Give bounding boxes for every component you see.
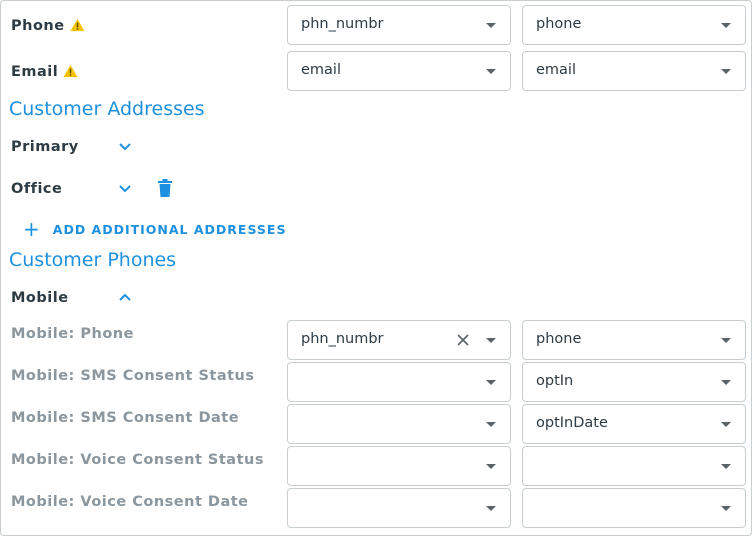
warning-icon — [70, 18, 85, 32]
chevron-up-icon[interactable] — [118, 292, 132, 302]
trash-icon[interactable] — [158, 179, 172, 197]
phone-label: Phone — [11, 18, 85, 34]
mobile-phone-source-value: phn_numbr — [301, 331, 384, 347]
caret-down-icon[interactable] — [486, 380, 496, 385]
add-additional-addresses-label: ADD ADDITIONAL ADDRESSES — [52, 221, 287, 237]
close-icon[interactable] — [456, 333, 470, 347]
chevron-down-icon[interactable] — [118, 142, 132, 152]
sms-consent-date-target-value: optInDate — [536, 415, 608, 431]
sms-consent-date-target-select[interactable]: optInDate — [522, 404, 746, 444]
caret-down-icon[interactable] — [486, 23, 496, 28]
voice-consent-status-target-select[interactable] — [522, 446, 746, 486]
caret-down-icon[interactable] — [721, 380, 731, 385]
email-label-text: Email — [11, 64, 59, 80]
add-additional-addresses-button[interactable]: + ADD ADDITIONAL ADDRESSES — [23, 219, 286, 239]
customer-phones-title: Customer Phones — [9, 249, 177, 271]
email-target-value: email — [536, 62, 576, 78]
voice-consent-date-target-select[interactable] — [522, 488, 746, 528]
sms-consent-status-label: Mobile: SMS Consent Status — [11, 368, 255, 384]
plus-icon: + — [23, 217, 41, 241]
address-office-label: Office — [11, 181, 63, 197]
caret-down-icon[interactable] — [486, 69, 496, 74]
phone-source-value: phn_numbr — [301, 16, 384, 32]
caret-down-icon[interactable] — [721, 422, 731, 427]
phone-label-text: Phone — [11, 18, 65, 34]
voice-consent-date-label: Mobile: Voice Consent Date — [11, 494, 249, 510]
caret-down-icon[interactable] — [486, 422, 496, 427]
voice-consent-date-source-select[interactable] — [287, 488, 511, 528]
mobile-phone-target-select[interactable]: phone — [522, 320, 746, 360]
customer-addresses-title: Customer Addresses — [9, 98, 205, 120]
mobile-phone-target-value: phone — [536, 331, 582, 347]
caret-down-icon[interactable] — [486, 464, 496, 469]
sms-consent-date-source-select[interactable] — [287, 404, 511, 444]
mobile-phone-label: Mobile: Phone — [11, 326, 134, 342]
caret-down-icon[interactable] — [721, 69, 731, 74]
email-source-value: email — [301, 62, 341, 78]
caret-down-icon[interactable] — [721, 23, 731, 28]
caret-down-icon[interactable] — [486, 506, 496, 511]
address-primary-label: Primary — [11, 139, 79, 155]
phone-target-value: phone — [536, 16, 582, 32]
phone-group-mobile-label: Mobile — [11, 290, 69, 306]
voice-consent-status-source-select[interactable] — [287, 446, 511, 486]
voice-consent-status-label: Mobile: Voice Consent Status — [11, 452, 264, 468]
caret-down-icon[interactable] — [721, 338, 731, 343]
field-mapping-panel: Phone phn_numbr phone Email email email … — [0, 0, 752, 536]
email-label: Email — [11, 64, 78, 80]
email-target-select[interactable]: email — [522, 51, 746, 91]
caret-down-icon[interactable] — [721, 506, 731, 511]
phone-source-select[interactable]: phn_numbr — [287, 5, 511, 45]
caret-down-icon[interactable] — [486, 338, 496, 343]
sms-consent-status-source-select[interactable] — [287, 362, 511, 402]
caret-down-icon[interactable] — [721, 464, 731, 469]
sms-consent-status-target-value: optIn — [536, 373, 574, 389]
warning-icon — [63, 64, 78, 78]
phone-target-select[interactable]: phone — [522, 5, 746, 45]
sms-consent-date-label: Mobile: SMS Consent Date — [11, 410, 240, 426]
sms-consent-status-target-select[interactable]: optIn — [522, 362, 746, 402]
chevron-down-icon[interactable] — [118, 184, 132, 194]
mobile-phone-source-select[interactable]: phn_numbr — [287, 320, 511, 360]
email-source-select[interactable]: email — [287, 51, 511, 91]
